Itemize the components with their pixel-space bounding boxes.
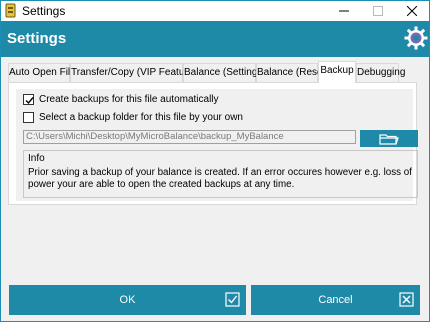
- title-bar[interactable]: Settings: [1, 1, 429, 21]
- create-backups-checkbox[interactable]: [23, 93, 34, 105]
- cancel-button[interactable]: Cancel: [251, 285, 420, 315]
- tab-transfer-copy[interactable]: Transfer/Copy (VIP Feature): [70, 63, 197, 82]
- backup-settings-area: Create backups for this file automatical…: [16, 89, 418, 201]
- tab-balance-settings[interactable]: Balance (Settings): [183, 63, 266, 82]
- window-title: Settings: [22, 4, 66, 18]
- info-text: Prior saving a backup of your balance is…: [28, 167, 412, 190]
- settings-window: Settings Settings Auto Open File Transfe…: [0, 0, 430, 322]
- tab-auto-open-file[interactable]: Auto Open File: [8, 63, 76, 82]
- minimize-icon: [339, 10, 349, 12]
- header-banner: Settings: [1, 21, 429, 57]
- folder-icon: [379, 134, 399, 145]
- tab-backup[interactable]: Backup: [318, 61, 356, 83]
- browse-folder-button[interactable]: [360, 130, 418, 147]
- gear-icon: [404, 26, 428, 50]
- create-backups-label: Create backups for this file automatical…: [39, 93, 219, 105]
- maximize-icon: [373, 6, 383, 16]
- info-group: Info Prior saving a backup of your balan…: [23, 150, 418, 198]
- maximize-button[interactable]: [361, 1, 395, 21]
- cancel-button-label: Cancel: [318, 294, 353, 306]
- tab-debugging[interactable]: Debugging: [356, 63, 405, 82]
- checkmark-icon: [25, 96, 34, 104]
- close-icon: [407, 6, 417, 16]
- tab-balance-reset[interactable]: Balance (Reset): [256, 63, 329, 82]
- tab-strip: Auto Open File Transfer/Copy (VIP Featur…: [8, 61, 422, 83]
- checkbox-close-icon: [399, 292, 414, 307]
- select-folder-label: Select a backup folder for this file by …: [39, 111, 243, 123]
- backup-folder-path-field[interactable]: C:\Users\Michi\Desktop\MyMicroBalance\ba…: [23, 130, 356, 144]
- checkbox-check-icon: [225, 292, 240, 307]
- ok-button[interactable]: OK: [9, 285, 246, 315]
- app-icon: [5, 3, 16, 18]
- backup-tab-panel: Create backups for this file automatical…: [8, 82, 418, 205]
- select-folder-checkbox[interactable]: [23, 111, 34, 123]
- page-title: Settings: [7, 30, 67, 47]
- minimize-button[interactable]: [327, 1, 361, 21]
- select-folder-row[interactable]: Select a backup folder for this file by …: [23, 110, 243, 124]
- create-backups-row[interactable]: Create backups for this file automatical…: [23, 92, 219, 106]
- close-button[interactable]: [395, 1, 429, 21]
- info-title: Info: [28, 153, 45, 164]
- ok-button-label: OK: [119, 294, 136, 306]
